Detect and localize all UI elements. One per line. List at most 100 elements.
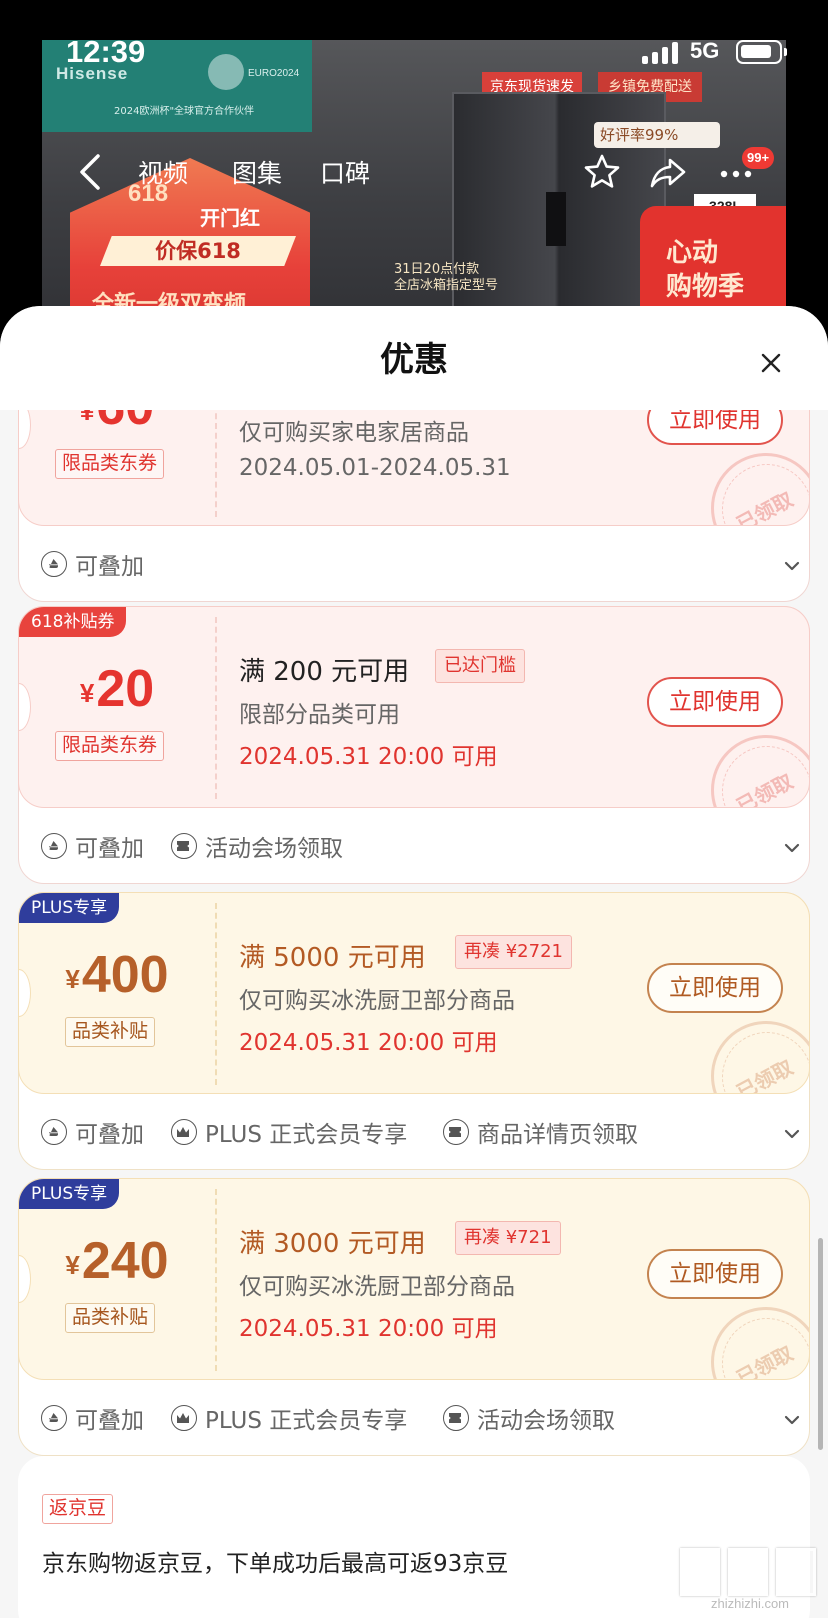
footer-item: 可叠加 — [41, 549, 144, 580]
coupon-footer[interactable]: 可叠加 PLUS 正式会员专享 活动会场领取 — [19, 1381, 811, 1455]
coupon-amount: ¥240 — [19, 1231, 215, 1291]
scrollbar[interactable] — [818, 1238, 823, 1450]
stack-icon — [41, 833, 67, 859]
coupon-list[interactable]: ¥60 限品类东券 仅可购买家电家居商品 2024.05.01-2024.05.… — [0, 410, 828, 1618]
threshold-chip: 再凑 ¥2721 — [455, 935, 572, 969]
coupon-date: 2024.05.31 20:00 可用 — [239, 1030, 498, 1056]
use-now-button[interactable]: 立即使用 — [647, 963, 783, 1013]
network-label: 5G — [690, 38, 720, 63]
ticket-icon — [443, 1119, 469, 1145]
coupon-footer[interactable]: 可叠加 活动会场领取 — [19, 809, 811, 883]
use-now-button[interactable]: 立即使用 — [647, 1249, 783, 1299]
coupon-footer[interactable]: 可叠加 PLUS 正式会员专享 商品详情页领取 — [19, 1095, 811, 1169]
watermark-url: zhizhizhi.com — [710, 1596, 790, 1611]
coupon-scope: 限部分品类可用 — [239, 702, 400, 728]
footer-label: 可叠加 — [75, 1408, 144, 1434]
threshold-chip: 再凑 ¥721 — [455, 1221, 561, 1255]
footer-label: PLUS 正式会员专享 — [205, 1408, 408, 1434]
currency-symbol: ¥ — [79, 678, 95, 708]
tab-video[interactable]: 视频 — [138, 154, 188, 190]
coupon-scope: 仅可购买家电家居商品 — [239, 420, 469, 446]
currency-symbol: ¥ — [65, 964, 80, 994]
coupon-card: 618补贴券 ¥20 限品类东券 满 200 元可用 已达门槛 限部分品类可用 … — [18, 606, 810, 884]
signal-icon — [642, 42, 680, 64]
footer-item: 可叠加 — [41, 1117, 144, 1148]
coupon-sheet: 优惠 ¥60 限品类东券 仅可购买家电家居商品 2024.05.01-2024.… — [0, 306, 828, 1618]
footer-label: 活动会场领取 — [205, 836, 343, 862]
ticket-icon — [443, 1405, 469, 1431]
sponsor-text: 2024欧洲杯"全球官方合作伙伴 — [114, 106, 255, 117]
promo-price-guarantee: 价保618 — [155, 239, 241, 263]
status-time: 12:39 — [66, 34, 146, 69]
watermark-logo: zhizhizhi.com — [680, 1548, 820, 1612]
footer-label: 活动会场领取 — [477, 1408, 615, 1434]
crown-icon — [171, 1405, 197, 1431]
coupon-date: 2024.05.31 20:00 可用 — [239, 744, 498, 770]
amount-value: 20 — [96, 660, 155, 718]
footer-item: 商品详情页领取 — [443, 1117, 638, 1148]
currency-symbol: ¥ — [65, 1250, 80, 1280]
currency-symbol: ¥ — [79, 410, 95, 426]
battery-icon — [736, 40, 787, 64]
amount-value: 400 — [81, 946, 169, 1004]
coupon-type-tag: 品类补贴 — [65, 1303, 156, 1333]
chevron-down-icon[interactable] — [783, 1125, 801, 1143]
coupon-ticket: ¥60 限品类东券 仅可购买家电家居商品 2024.05.01-2024.05.… — [18, 410, 810, 526]
claimed-stamp: 已领取 — [711, 453, 809, 526]
chevron-down-icon[interactable] — [783, 557, 801, 575]
footer-label: 可叠加 — [75, 1122, 144, 1148]
chevron-down-icon[interactable] — [783, 1411, 801, 1429]
claimed-stamp: 已领取 — [711, 1021, 809, 1094]
amount-value: 60 — [96, 410, 154, 436]
coupon-scope: 仅可购买冰洗厨卫部分商品 — [239, 988, 515, 1014]
coupon-condition: 满 200 元可用 — [239, 657, 410, 687]
amount-value: 240 — [81, 1232, 169, 1290]
rating-badge: 好评率99% — [594, 122, 720, 148]
promo-heart: 心动 购物季 — [666, 238, 745, 302]
footer-item: PLUS 正式会员专享 — [171, 1403, 408, 1434]
message-count-badge: 99+ — [742, 147, 775, 169]
claimed-stamp: 已领取 — [711, 735, 809, 808]
coupon-condition: 满 5000 元可用 — [239, 943, 426, 973]
stack-icon — [41, 551, 67, 577]
coupon-ticket: PLUS专享 ¥400 品类补贴 满 5000 元可用 再凑 ¥2721 仅可购… — [18, 892, 810, 1094]
coupon-condition: 满 3000 元可用 — [239, 1229, 426, 1259]
jingdou-tag: 返京豆 — [42, 1494, 114, 1524]
star-favorite-icon[interactable] — [582, 152, 622, 192]
stamp-label: 已领取 — [732, 1055, 797, 1094]
coupon-card: ¥60 限品类东券 仅可购买家电家居商品 2024.05.01-2024.05.… — [18, 410, 810, 602]
stamp-label: 已领取 — [732, 769, 797, 808]
footer-label: 可叠加 — [75, 554, 144, 580]
threshold-chip: 已达门槛 — [435, 649, 525, 683]
coupon-date: 2024.05.01-2024.05.31 — [239, 455, 511, 481]
footer-item: 活动会场领取 — [171, 831, 343, 862]
sheet-title: 优惠 — [380, 340, 448, 380]
tab-reviews[interactable]: 口碑 — [320, 154, 370, 190]
chevron-down-icon[interactable] — [783, 839, 801, 857]
coupon-corner-tag: PLUS专享 — [19, 893, 120, 923]
coupon-ticket: 618补贴券 ¥20 限品类东券 满 200 元可用 已达门槛 限部分品类可用 … — [18, 606, 810, 808]
coupon-type-tag: 限品类东券 — [55, 449, 165, 479]
coupon-amount: ¥60 — [19, 410, 215, 437]
use-now-button[interactable]: 立即使用 — [647, 677, 783, 727]
back-arrow-icon[interactable] — [74, 150, 110, 194]
footer-label: PLUS 正式会员专享 — [205, 1122, 408, 1148]
coupon-corner-tag: 618补贴券 — [19, 607, 127, 637]
footer-item: 可叠加 — [41, 831, 144, 862]
stack-icon — [41, 1405, 67, 1431]
stack-icon — [41, 1119, 67, 1145]
tab-gallery[interactable]: 图集 — [232, 154, 282, 190]
footer-label: 商品详情页领取 — [477, 1122, 638, 1148]
coupon-amount: ¥400 — [19, 945, 215, 1005]
share-icon[interactable] — [648, 152, 688, 192]
promo-mid-text: 31日20点付款 全店冰箱指定型号 — [394, 262, 499, 293]
stamp-label: 已领取 — [732, 487, 797, 526]
coupon-footer[interactable]: 可叠加 — [19, 527, 811, 601]
coupon-amount: ¥20 — [19, 659, 215, 719]
coupon-type-tag: 限品类东券 — [55, 731, 165, 761]
close-icon[interactable] — [756, 348, 786, 378]
use-now-button[interactable]: 立即使用 — [647, 410, 783, 445]
coupon-ticket: PLUS专享 ¥240 品类补贴 满 3000 元可用 再凑 ¥721 仅可购买… — [18, 1178, 810, 1380]
coupon-card: PLUS专享 ¥400 品类补贴 满 5000 元可用 再凑 ¥2721 仅可购… — [18, 892, 810, 1170]
footer-label: 可叠加 — [75, 836, 144, 862]
